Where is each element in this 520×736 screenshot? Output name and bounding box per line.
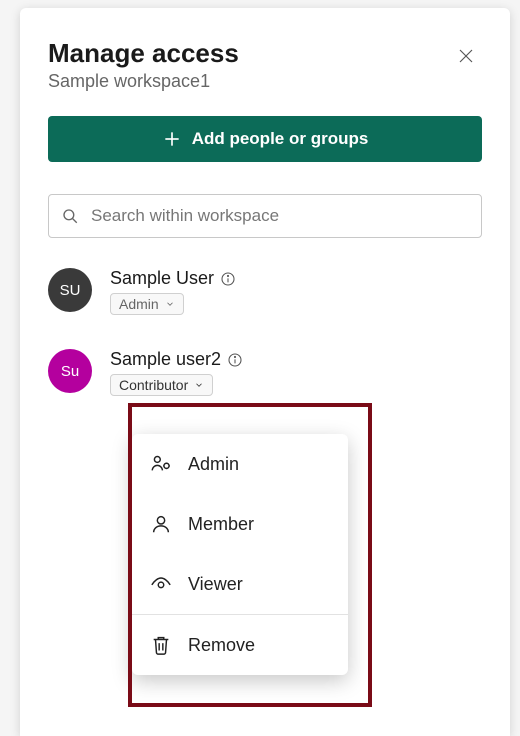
role-option-label: Admin [188, 454, 239, 475]
avatar: Su [48, 349, 92, 393]
role-selector[interactable]: Contributor [110, 374, 213, 396]
close-button[interactable] [450, 40, 482, 72]
role-label: Contributor [119, 377, 188, 393]
admin-icon [150, 453, 172, 475]
plus-icon [162, 129, 182, 149]
member-name: Sample User [110, 268, 482, 289]
role-option-remove[interactable]: Remove [132, 615, 348, 675]
role-dropdown: Admin Member Viewer Remove [132, 434, 348, 675]
trash-icon [150, 634, 172, 656]
manage-access-panel: Manage access Sample workspace1 Add peop… [20, 8, 510, 736]
dialog-title: Manage access [48, 38, 239, 69]
member-icon [150, 513, 172, 535]
avatar-initials: Su [61, 363, 79, 380]
viewer-icon [150, 573, 172, 595]
panel-header: Manage access Sample workspace1 [48, 38, 482, 116]
chevron-down-icon [194, 380, 204, 390]
add-people-button[interactable]: Add people or groups [48, 116, 482, 162]
dialog-subtitle: Sample workspace1 [48, 71, 239, 92]
role-option-member[interactable]: Member [132, 494, 348, 554]
add-people-label: Add people or groups [192, 129, 369, 149]
search-field[interactable] [48, 194, 482, 238]
role-option-label: Member [188, 514, 254, 535]
member-row: SU Sample User Admin [48, 268, 482, 315]
role-selector-locked: Admin [110, 293, 184, 315]
close-icon [457, 47, 475, 65]
remove-label: Remove [188, 635, 255, 656]
member-name: Sample user2 [110, 349, 482, 370]
info-icon[interactable] [220, 271, 236, 287]
info-icon[interactable] [227, 352, 243, 368]
role-option-label: Viewer [188, 574, 243, 595]
role-option-admin[interactable]: Admin [132, 434, 348, 494]
avatar: SU [48, 268, 92, 312]
role-label: Admin [119, 296, 159, 312]
chevron-down-icon [165, 299, 175, 309]
role-option-viewer[interactable]: Viewer [132, 554, 348, 614]
search-icon [61, 207, 79, 225]
search-input[interactable] [89, 205, 469, 227]
avatar-initials: SU [60, 282, 81, 299]
member-row: Su Sample user2 Contributor [48, 349, 482, 396]
